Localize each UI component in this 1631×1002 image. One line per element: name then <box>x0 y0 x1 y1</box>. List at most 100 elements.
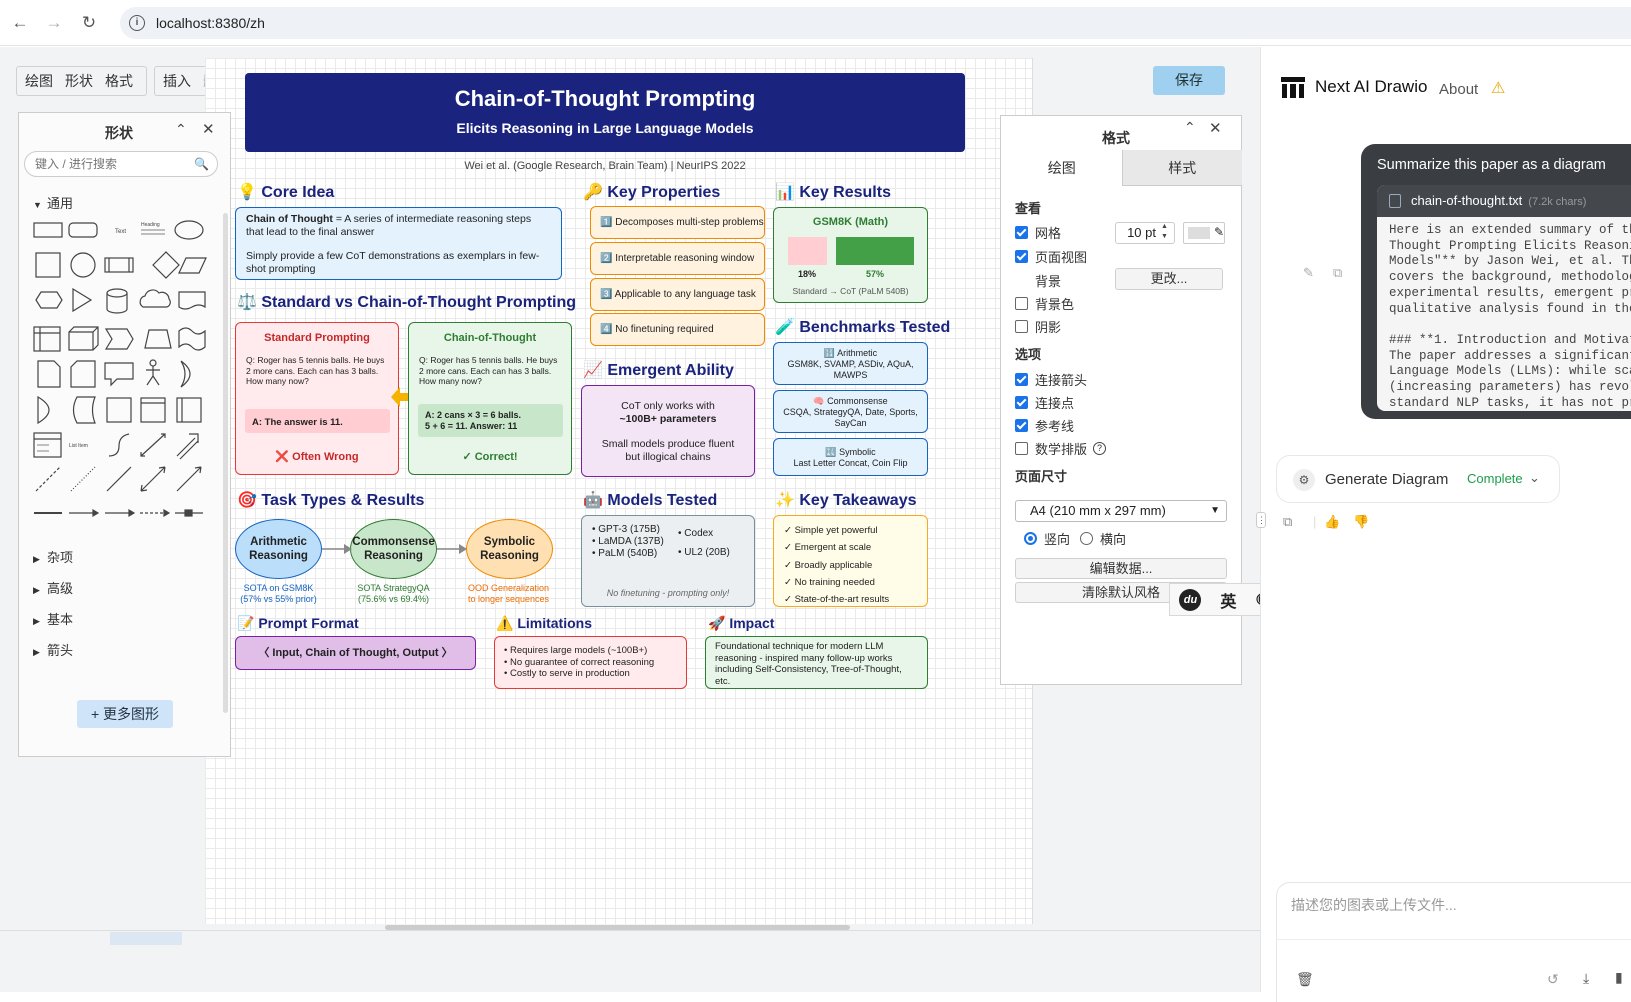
connection-arrows-checkbox[interactable] <box>1015 373 1028 386</box>
limitations-heading[interactable]: ⚠️ Limitations <box>496 615 592 632</box>
address-bar[interactable]: i localhost:8380/zh <box>120 7 1631 39</box>
shape-card[interactable] <box>70 360 96 388</box>
task-note[interactable]: SOTA StrategyQA (75.6% vs 69.4%) <box>346 583 441 605</box>
property-item[interactable]: 4️⃣ No finetuning required <box>590 313 765 346</box>
prompt-format-heading[interactable]: 📝 Prompt Format <box>237 615 359 632</box>
shape-step[interactable] <box>104 328 134 350</box>
stepper-icon[interactable]: ▲ ▼ <box>1161 222 1168 242</box>
diagram-title-box[interactable]: Chain-of-Thought Prompting Elicits Reaso… <box>245 73 965 152</box>
shape-actor[interactable] <box>146 359 160 386</box>
page-view-checkbox[interactable] <box>1015 250 1028 263</box>
save-button[interactable]: 保存 <box>1153 66 1225 95</box>
close-icon[interactable]: ✕ <box>1209 119 1222 137</box>
about-link[interactable]: About <box>1439 81 1478 98</box>
shape-internal-storage[interactable] <box>106 397 132 423</box>
grid-color-picker[interactable]: ✎ <box>1183 222 1225 244</box>
key-results-box[interactable]: GSM8K (Math) 18% 57% Standard → CoT (PaL… <box>773 207 928 303</box>
limitations-box[interactable]: • Requires large models (~100B+) • No gua… <box>494 636 687 689</box>
shape-search-input[interactable] <box>35 152 185 176</box>
emergent-box[interactable]: CoT only works with ~100B+ parameters Sm… <box>581 385 755 477</box>
shape-bidirectional-arrow[interactable] <box>140 433 166 457</box>
shape-container[interactable] <box>33 326 61 352</box>
menu-shapes[interactable]: 形状 <box>65 71 93 91</box>
file-attachment[interactable]: chain-of-thought.txt (7.2k chars) Here is… <box>1377 185 1631 411</box>
page-view-option[interactable]: 页面视图 <box>1015 247 1087 266</box>
shapes-scrollbar[interactable] <box>223 213 228 713</box>
takeaways-box[interactable]: ✓ Simple yet powerful ✓ Emergent at scale… <box>773 515 928 607</box>
section-basic[interactable]: ▶ 基本 <box>33 609 73 628</box>
task-note[interactable]: OOD Generalization to longer sequences <box>461 583 556 605</box>
shape-document[interactable] <box>178 291 206 310</box>
standard-prompting-box[interactable]: Standard Prompting Q: Roger has 5 tennis… <box>235 322 399 475</box>
edit-icon[interactable]: ✎ <box>1303 265 1314 281</box>
shape-cylinder[interactable] <box>106 288 128 314</box>
shape-dashed-line[interactable] <box>35 466 61 492</box>
chat-input[interactable] <box>1291 895 1621 925</box>
shape-swimlane[interactable] <box>176 397 202 423</box>
task-commonsense[interactable]: Commonsense Reasoning <box>350 519 437 579</box>
change-background-button[interactable]: 更改... <box>1115 268 1223 290</box>
shape-tape[interactable] <box>178 327 206 351</box>
section-misc[interactable]: ▶ 杂项 <box>33 547 73 566</box>
connection-points-checkbox[interactable] <box>1015 396 1028 409</box>
shadow-option[interactable]: 阴影 <box>1015 317 1061 336</box>
connection-points-option[interactable]: 连接点 <box>1015 393 1074 412</box>
collapse-icon[interactable]: ⌃ <box>1184 119 1196 136</box>
impact-heading[interactable]: 🚀 Impact <box>708 615 774 632</box>
shape-ellipse[interactable] <box>174 220 204 240</box>
shape-composed-connector[interactable] <box>175 509 203 517</box>
shape-library-grid[interactable]: Text Heading List Item <box>29 213 219 523</box>
shape-connector[interactable] <box>69 508 100 518</box>
close-icon[interactable]: ✕ <box>202 120 215 138</box>
core-idea-box[interactable]: Chain of Thought = A series of intermedi… <box>235 207 562 280</box>
shape-list[interactable] <box>33 432 62 458</box>
shape-list-item[interactable]: List Item <box>69 443 88 449</box>
copy-icon[interactable]: ⧉ <box>1333 265 1342 281</box>
shape-text[interactable]: Text <box>115 229 126 235</box>
models-heading[interactable]: 🤖 Models Tested <box>583 490 717 510</box>
shape-directional-connector[interactable] <box>176 466 202 492</box>
upload-icon[interactable]: ▮ <box>1615 969 1623 986</box>
trash-icon[interactable]: 🗑 <box>1296 971 1314 988</box>
section-arrows[interactable]: ▶ 箭头 <box>33 640 73 659</box>
shape-arrow[interactable] <box>176 433 199 460</box>
shape-connector-label[interactable] <box>105 508 136 518</box>
cot-prompting-box[interactable]: Chain-of-Thought Q: Roger has 5 tennis b… <box>408 322 572 475</box>
paper-size-select[interactable]: A4 (210 mm x 297 mm) ▼ <box>1015 500 1227 522</box>
task-arithmetic[interactable]: Arithmetic Reasoning <box>235 519 322 579</box>
math-checkbox[interactable] <box>1015 442 1028 455</box>
tab-style[interactable]: 样式 <box>1121 150 1242 186</box>
shape-data-storage[interactable] <box>72 396 96 424</box>
portrait-option[interactable]: 竖向 <box>1024 529 1070 548</box>
emergent-heading[interactable]: 📈 Emergent Ability <box>583 360 734 380</box>
key-results-heading[interactable]: 📊 Key Results <box>775 182 891 202</box>
shape-dashed-connector[interactable] <box>140 508 171 518</box>
tasks-heading[interactable]: 🎯 Task Types & Results <box>237 490 424 510</box>
benchmark-item[interactable]: 🧠 Commonsense CSQA, StrategyQA, Date, Spo… <box>773 390 928 433</box>
history-icon[interactable]: ↺ <box>1547 971 1559 988</box>
shape-cloud[interactable] <box>139 289 171 308</box>
ime-language-toggle[interactable]: 英 <box>1220 588 1236 612</box>
warning-icon[interactable]: ⚠ <box>1491 78 1505 98</box>
forward-icon[interactable]: → <box>43 12 65 34</box>
paw-icon[interactable]: du <box>1179 588 1202 611</box>
shape-triangle[interactable] <box>72 287 93 313</box>
grid-option[interactable]: 网格 <box>1015 223 1061 242</box>
section-general[interactable]: ▼ 通用 <box>33 193 73 212</box>
key-properties-heading[interactable]: 🔑 Key Properties <box>583 182 720 202</box>
task-note[interactable]: SOTA on GSM8K (57% vs 55% prior) <box>231 583 326 605</box>
background-color-checkbox[interactable] <box>1015 297 1028 310</box>
shape-frame[interactable] <box>140 397 166 423</box>
search-icon[interactable]: 🔍 <box>194 157 209 171</box>
thumbs-up-icon[interactable]: 👍 <box>1324 514 1340 530</box>
property-item[interactable]: 3️⃣ Applicable to any language task <box>590 278 765 311</box>
tab-diagram[interactable]: 绘图 <box>1002 150 1122 186</box>
guides-option[interactable]: 参考线 <box>1015 416 1074 435</box>
shape-rounded-rectangle[interactable] <box>68 222 98 238</box>
shape-note[interactable] <box>37 360 61 388</box>
benchmark-item[interactable]: 🔣 Symbolic Last Letter Concat, Coin Flip <box>773 438 928 476</box>
shape-trapezoid[interactable] <box>144 329 172 349</box>
panel-resize-handle[interactable]: ⋮ <box>1256 512 1266 528</box>
prompt-format-box[interactable]: 〈 Input, Chain of Thought, Output 〉 <box>235 636 476 670</box>
shape-and[interactable] <box>37 395 50 425</box>
